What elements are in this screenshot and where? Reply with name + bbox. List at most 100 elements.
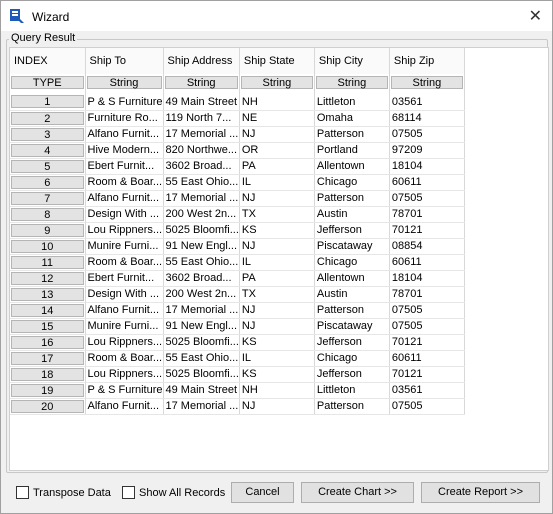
table-row[interactable]: 10 Munire Furni... 91 New Engl... NJ Piscata… xyxy=(10,238,465,255)
table-cell[interactable]: Chicago xyxy=(314,350,390,367)
table-cell[interactable]: IL xyxy=(239,254,315,271)
table-cell[interactable]: 18104 xyxy=(389,158,465,175)
table-cell[interactable]: 70121 xyxy=(389,366,465,383)
table-cell[interactable]: 78701 xyxy=(389,206,465,223)
table-cell[interactable]: 55 East Ohio... xyxy=(163,174,240,191)
table-cell[interactable]: 55 East Ohio... xyxy=(163,254,240,271)
table-cell[interactable]: Austin xyxy=(314,286,390,303)
table-cell[interactable]: PA xyxy=(239,270,315,287)
column-header-3[interactable]: Ship State xyxy=(239,48,315,74)
table-cell[interactable]: Ebert Furnit... xyxy=(85,158,164,175)
column-header-0[interactable]: INDEX xyxy=(10,48,86,74)
table-cell[interactable]: 119 North 7... xyxy=(163,110,240,127)
table-row[interactable]: 9 Lou Rippners... 5025 Bloomfi... KS Jeffers… xyxy=(10,222,465,239)
table-cell[interactable]: 68114 xyxy=(389,110,465,127)
table-cell[interactable]: 18104 xyxy=(389,270,465,287)
table-cell[interactable]: Patterson xyxy=(314,126,390,143)
table-cell[interactable]: Lou Rippners... xyxy=(85,366,164,383)
table-cell[interactable]: Design With ... xyxy=(85,286,164,303)
table-cell[interactable]: IL xyxy=(239,350,315,367)
table-row[interactable]: 11 Room & Boar... 55 East Ohio... IL Chicago… xyxy=(10,254,465,271)
table-cell[interactable]: 91 New Engl... xyxy=(163,318,240,335)
table-cell[interactable]: 07505 xyxy=(389,318,465,335)
table-cell[interactable]: Patterson xyxy=(314,190,390,207)
column-header-4[interactable]: Ship City xyxy=(314,48,390,74)
table-cell[interactable]: P & S Furniture xyxy=(85,382,164,399)
table-cell[interactable]: NJ xyxy=(239,190,315,207)
table-cell[interactable]: 49 Main Street xyxy=(163,94,240,111)
table-cell[interactable]: Alfano Furnit... xyxy=(85,190,164,207)
table-cell[interactable]: Jefferson xyxy=(314,334,390,351)
table-cell[interactable]: TX xyxy=(239,286,315,303)
table-cell[interactable]: 60611 xyxy=(389,174,465,191)
table-cell[interactable]: Munire Furni... xyxy=(85,238,164,255)
table-row[interactable]: 20 Alfano Furnit... 17 Memorial ... NJ Patte… xyxy=(10,398,465,415)
table-cell[interactable]: Allentown xyxy=(314,270,390,287)
table-cell[interactable]: Patterson xyxy=(314,302,390,319)
table-row[interactable]: 7 Alfano Furnit... 17 Memorial ... NJ Patter… xyxy=(10,190,465,207)
table-row[interactable]: 2 Furniture Ro... 119 North 7... NE Omaha 681… xyxy=(10,110,465,127)
table-cell[interactable]: Portland xyxy=(314,142,390,159)
table-cell[interactable]: KS xyxy=(239,222,315,239)
table-cell[interactable]: 49 Main Street xyxy=(163,382,240,399)
show-all-records-box[interactable] xyxy=(122,486,135,499)
table-cell[interactable]: Littleton xyxy=(314,382,390,399)
table-cell[interactable]: KS xyxy=(239,366,315,383)
column-header-1[interactable]: Ship To xyxy=(85,48,164,74)
table-cell[interactable]: Jefferson xyxy=(314,366,390,383)
table-cell[interactable]: Omaha xyxy=(314,110,390,127)
table-cell[interactable]: P & S Furniture xyxy=(85,94,164,111)
table-cell[interactable]: 91 New Engl... xyxy=(163,238,240,255)
table-cell[interactable]: 5025 Bloomfi... xyxy=(163,222,240,239)
table-row[interactable]: 15 Munire Furni... 91 New Engl... NJ Piscata… xyxy=(10,318,465,335)
table-cell[interactable]: 97209 xyxy=(389,142,465,159)
table-cell[interactable]: Patterson xyxy=(314,398,390,415)
table-cell[interactable]: TX xyxy=(239,206,315,223)
table-cell[interactable]: Austin xyxy=(314,206,390,223)
table-cell[interactable]: Lou Rippners... xyxy=(85,222,164,239)
table-row[interactable]: 3 Alfano Furnit... 17 Memorial ... NJ Patter… xyxy=(10,126,465,143)
create-chart-button[interactable]: Create Chart >> xyxy=(301,482,414,503)
table-cell[interactable]: Alfano Furnit... xyxy=(85,302,164,319)
table-cell[interactable]: 03561 xyxy=(389,94,465,111)
table-cell[interactable]: 820 Northwe... xyxy=(163,142,240,159)
table-cell[interactable]: 55 East Ohio... xyxy=(163,350,240,367)
table-cell[interactable]: PA xyxy=(239,158,315,175)
transpose-data-box[interactable] xyxy=(16,486,29,499)
table-cell[interactable]: Piscataway xyxy=(314,318,390,335)
table-row[interactable]: 16 Lou Rippners... 5025 Bloomfi... KS Jeffer… xyxy=(10,334,465,351)
table-row[interactable]: 17 Room & Boar... 55 East Ohio... IL Chicago… xyxy=(10,350,465,367)
table-cell[interactable]: 07505 xyxy=(389,302,465,319)
table-cell[interactable]: Room & Boar... xyxy=(85,254,164,271)
table-row[interactable]: 19 P & S Furniture 49 Main Street NH Littlet… xyxy=(10,382,465,399)
table-cell[interactable]: NJ xyxy=(239,398,315,415)
table-cell[interactable]: Allentown xyxy=(314,158,390,175)
table-cell[interactable]: NH xyxy=(239,382,315,399)
table-cell[interactable]: 3602 Broad... xyxy=(163,270,240,287)
table-cell[interactable]: Piscataway xyxy=(314,238,390,255)
table-row[interactable]: 18 Lou Rippners... 5025 Bloomfi... KS Jeffer… xyxy=(10,366,465,383)
table-cell[interactable]: NJ xyxy=(239,302,315,319)
table-cell[interactable]: 17 Memorial ... xyxy=(163,190,240,207)
table-cell[interactable]: Lou Rippners... xyxy=(85,334,164,351)
cancel-button[interactable]: Cancel xyxy=(231,482,294,503)
table-cell[interactable]: 60611 xyxy=(389,350,465,367)
table-row[interactable]: 6 Room & Boar... 55 East Ohio... IL Chicago 6… xyxy=(10,174,465,191)
query-result-table-area[interactable]: INDEX Ship To Ship Address Ship State Ship C… xyxy=(9,47,549,471)
create-report-button[interactable]: Create Report >> xyxy=(421,482,540,503)
table-cell[interactable]: 200 West 2n... xyxy=(163,286,240,303)
table-cell[interactable]: Alfano Furnit... xyxy=(85,126,164,143)
column-header-2[interactable]: Ship Address xyxy=(163,48,240,74)
table-cell[interactable]: Munire Furni... xyxy=(85,318,164,335)
table-cell[interactable]: Furniture Ro... xyxy=(85,110,164,127)
table-cell[interactable]: 60611 xyxy=(389,254,465,271)
table-row[interactable]: 13 Design With ... 200 West 2n... TX Austin 7… xyxy=(10,286,465,303)
table-cell[interactable]: 5025 Bloomfi... xyxy=(163,334,240,351)
table-cell[interactable]: 07505 xyxy=(389,126,465,143)
table-cell[interactable]: 70121 xyxy=(389,222,465,239)
table-cell[interactable]: Design With ... xyxy=(85,206,164,223)
table-cell[interactable]: Room & Boar... xyxy=(85,174,164,191)
table-cell[interactable]: NH xyxy=(239,94,315,111)
table-row[interactable]: 1P & S Furniture 49 Main Street NH Littleto… xyxy=(10,94,465,111)
table-cell[interactable]: 17 Memorial ... xyxy=(163,126,240,143)
